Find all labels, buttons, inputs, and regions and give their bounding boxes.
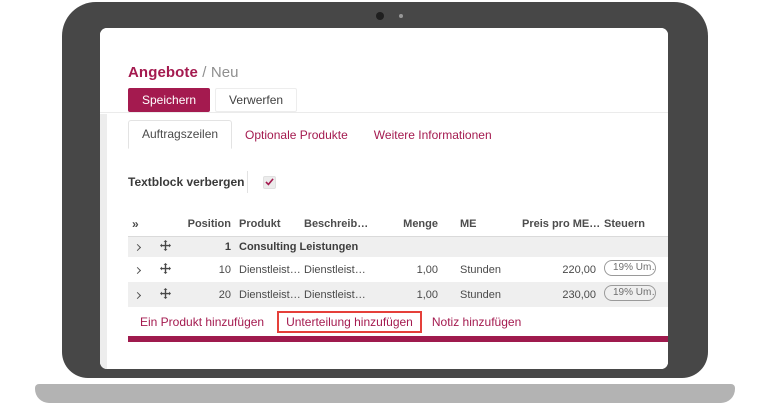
form-header: Angebote / Neu Speichern Verwerfen bbox=[100, 28, 668, 113]
tax-tag[interactable]: 19% Um… bbox=[604, 285, 656, 301]
textblock-label: Textblock verbergen bbox=[128, 175, 247, 189]
column-produkt[interactable]: Produkt bbox=[235, 214, 300, 237]
section-title[interactable]: Consulting Leistungen bbox=[235, 237, 668, 258]
notebook-tabs: Auftragszeilen Optionale Produkte Weiter… bbox=[128, 120, 668, 149]
tab-weitere-informationen[interactable]: Weitere Informationen bbox=[361, 122, 505, 149]
column-preis[interactable]: Preis pro ME… bbox=[518, 214, 600, 237]
table-bottom-bar bbox=[128, 336, 668, 342]
cell-position[interactable]: 20 bbox=[183, 282, 235, 307]
discard-button[interactable]: Verwerfen bbox=[215, 88, 297, 112]
mockup-stage: Angebote / Neu Speichern Verwerfen Auftr… bbox=[0, 0, 770, 404]
table-header-row: » Position Produkt Beschreib… Menge ME P… bbox=[128, 214, 668, 237]
table-row-section[interactable]: 1 Consulting Leistungen bbox=[128, 237, 668, 258]
table-row[interactable]: 20 Dienstleist… Dienstleist… 1,00 Stunde… bbox=[128, 282, 668, 307]
column-drag bbox=[152, 214, 183, 237]
cell-preis[interactable]: 230,00 bbox=[518, 282, 600, 307]
checkmark-icon bbox=[265, 178, 274, 186]
column-menge[interactable]: Menge bbox=[395, 214, 442, 237]
cell-produkt[interactable]: Dienstleist… bbox=[235, 257, 300, 282]
tab-auftragszeilen[interactable]: Auftragszeilen bbox=[128, 120, 232, 149]
cell-me[interactable]: Stunden bbox=[442, 257, 518, 282]
textblock-checkbox[interactable] bbox=[263, 176, 276, 189]
breadcrumb: Angebote / Neu bbox=[128, 64, 668, 81]
column-steuern[interactable]: Steuern bbox=[600, 214, 668, 237]
save-button[interactable]: Speichern bbox=[128, 88, 210, 112]
breadcrumb-current: Neu bbox=[211, 64, 239, 81]
column-beschreibung[interactable]: Beschreib… bbox=[300, 214, 395, 237]
breadcrumb-parent[interactable]: Angebote bbox=[128, 64, 198, 81]
tax-tag[interactable]: 19% Um… bbox=[604, 260, 656, 276]
cell-produkt[interactable]: Dienstleist… bbox=[235, 282, 300, 307]
cell-menge[interactable]: 1,00 bbox=[395, 257, 442, 282]
column-me[interactable]: ME bbox=[442, 214, 518, 237]
chevron-right-icon[interactable] bbox=[134, 291, 141, 298]
drag-handle-icon[interactable] bbox=[160, 263, 171, 274]
column-position[interactable]: Position bbox=[183, 214, 235, 237]
add-section-link[interactable]: Unterteilung hinzufügen bbox=[286, 315, 413, 329]
add-note-link[interactable]: Notiz hinzufügen bbox=[432, 315, 521, 329]
order-lines-table: » Position Produkt Beschreib… Menge ME P… bbox=[128, 214, 668, 307]
form-area: Auftragszeilen Optionale Produkte Weiter… bbox=[100, 114, 668, 369]
laptop-base bbox=[35, 384, 735, 403]
webcam-led-icon bbox=[399, 14, 403, 18]
laptop-frame: Angebote / Neu Speichern Verwerfen Auftr… bbox=[62, 2, 708, 378]
column-expand-all[interactable]: » bbox=[128, 214, 152, 237]
cell-me[interactable]: Stunden bbox=[442, 282, 518, 307]
header-buttons: Speichern Verwerfen bbox=[128, 88, 668, 112]
tab-optionale-produkte[interactable]: Optionale Produkte bbox=[232, 122, 361, 149]
form-sheet: Auftragszeilen Optionale Produkte Weiter… bbox=[107, 114, 668, 369]
field-divider bbox=[247, 171, 248, 193]
cell-beschreibung[interactable]: Dienstleist… bbox=[300, 282, 395, 307]
chevron-right-icon[interactable] bbox=[134, 266, 141, 273]
section-position[interactable]: 1 bbox=[183, 237, 235, 258]
cell-preis[interactable]: 220,00 bbox=[518, 257, 600, 282]
textblock-field-row: Textblock verbergen bbox=[128, 170, 668, 194]
chevron-right-icon[interactable] bbox=[134, 244, 141, 251]
cell-position[interactable]: 10 bbox=[183, 257, 235, 282]
annotation-highlight-box: Unterteilung hinzufügen bbox=[277, 311, 422, 333]
cell-beschreibung[interactable]: Dienstleist… bbox=[300, 257, 395, 282]
table-footer-links: Ein Produkt hinzufügen Unterteilung hinz… bbox=[128, 311, 668, 333]
app-window: Angebote / Neu Speichern Verwerfen Auftr… bbox=[100, 28, 668, 369]
cell-menge[interactable]: 1,00 bbox=[395, 282, 442, 307]
drag-handle-icon[interactable] bbox=[160, 240, 171, 251]
table-row[interactable]: 10 Dienstleist… Dienstleist… 1,00 Stunde… bbox=[128, 257, 668, 282]
breadcrumb-separator: / bbox=[202, 64, 206, 81]
drag-handle-icon[interactable] bbox=[160, 288, 171, 299]
add-product-link[interactable]: Ein Produkt hinzufügen bbox=[140, 315, 264, 329]
webcam-icon bbox=[376, 12, 384, 20]
